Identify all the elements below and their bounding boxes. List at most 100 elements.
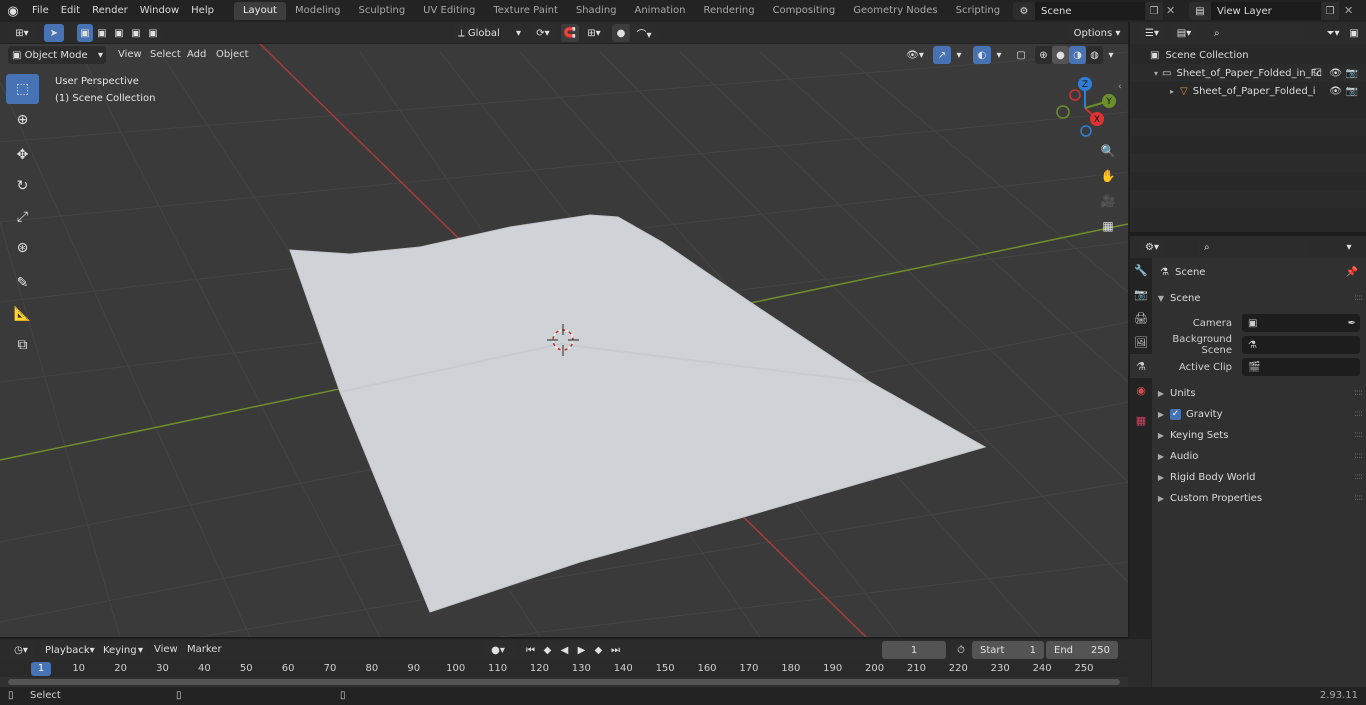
tab-uv-editing[interactable]: UV Editing bbox=[414, 2, 484, 20]
drag-handle-icon[interactable]: :::: bbox=[1354, 472, 1363, 482]
panel-scene[interactable]: ▼ Scene :::: bbox=[1152, 288, 1366, 308]
copy-view-layer-icon[interactable]: ❐ bbox=[1321, 2, 1339, 20]
texture-tab-icon[interactable]: ▦ bbox=[1130, 408, 1152, 432]
outliner-row-collection[interactable]: ▾ ▭ Sheet_of_Paper_Folded_in_Fc ☑ 👁 📷 bbox=[1130, 64, 1366, 82]
cursor-tool-icon[interactable]: ⊕ bbox=[6, 105, 39, 135]
measure-tool-icon[interactable]: 📐 bbox=[6, 299, 39, 329]
tab-modeling[interactable]: Modeling bbox=[286, 2, 350, 20]
select-mode-invert-icon[interactable]: ▣ bbox=[128, 24, 144, 42]
3d-viewport[interactable]: ⊞▾ ➤ ▣ ▣ ▣ ▣ ▣ ⟂ Global ▾ ⟳▾ 🧲 ⊞▾ ● ⌒▾ Op… bbox=[0, 22, 1128, 637]
next-keyframe-icon[interactable]: ◆ bbox=[590, 641, 607, 659]
annotate-tool-icon[interactable]: ✎ bbox=[6, 268, 39, 298]
chevron-down-icon[interactable]: ▾ bbox=[1340, 238, 1358, 256]
outliner-editor-type-icon[interactable]: ☰▾ bbox=[1138, 24, 1166, 42]
gravity-checkbox[interactable]: ✓ bbox=[1170, 408, 1181, 420]
move-tool-icon[interactable]: ✥ bbox=[6, 140, 39, 170]
tab-rendering[interactable]: Rendering bbox=[694, 2, 763, 20]
blender-logo-icon[interactable]: ◉ bbox=[0, 0, 26, 22]
drag-handle-icon[interactable]: :::: bbox=[1354, 430, 1363, 440]
active-clip-field[interactable]: 🎬 bbox=[1242, 358, 1360, 376]
start-frame-field[interactable]: Start 1 bbox=[972, 641, 1044, 659]
visibility-toggle-icon[interactable]: 👁▾ bbox=[902, 46, 928, 64]
pin-icon[interactable]: 📌 bbox=[1346, 267, 1358, 278]
output-tab-icon[interactable]: 🖨 bbox=[1130, 306, 1152, 330]
add-cube-tool-icon[interactable]: ⧉ bbox=[6, 330, 39, 360]
navigation-gizmo[interactable]: X Y Z bbox=[1055, 74, 1119, 138]
eyedropper-icon[interactable]: ✒ bbox=[1348, 318, 1356, 329]
tab-texture-paint[interactable]: Texture Paint bbox=[484, 2, 567, 20]
close-scene-icon[interactable]: ✕ bbox=[1166, 4, 1175, 17]
select-tool-icon[interactable]: ➤ bbox=[44, 24, 64, 42]
jump-end-icon[interactable]: ⏭ bbox=[607, 641, 624, 659]
snap-target-icon[interactable]: ⊞▾ bbox=[581, 24, 607, 42]
current-frame-field[interactable]: 1 bbox=[882, 641, 946, 659]
panel-keying-sets[interactable]: ▶ Keying Sets :::: bbox=[1152, 425, 1366, 445]
close-view-layer-icon[interactable]: ✕ bbox=[1344, 4, 1353, 17]
play-reverse-icon[interactable]: ◀ bbox=[556, 641, 573, 659]
checkbox-icon[interactable]: ☑ bbox=[1313, 68, 1322, 79]
tab-geometry-nodes[interactable]: Geometry Nodes bbox=[844, 2, 946, 20]
render-tab-icon[interactable]: 📷 bbox=[1130, 282, 1152, 306]
tab-compositing[interactable]: Compositing bbox=[764, 2, 845, 20]
timeline-menu-marker[interactable]: Marker bbox=[187, 641, 222, 659]
panel-units[interactable]: ▶ Units :::: bbox=[1152, 383, 1366, 403]
pivot-point-icon[interactable]: ⟳▾ bbox=[530, 24, 556, 42]
camera-view-icon[interactable]: 🎥 bbox=[1097, 190, 1119, 212]
tab-animation[interactable]: Animation bbox=[626, 2, 695, 20]
panel-audio[interactable]: ▶ Audio :::: bbox=[1152, 446, 1366, 466]
outliner-row-object[interactable]: ▸ ▽ Sheet_of_Paper_Folded_i 👁 📷 bbox=[1130, 82, 1366, 100]
play-icon[interactable]: ▶ bbox=[573, 641, 590, 659]
camera-icon[interactable]: 📷 bbox=[1346, 86, 1358, 97]
select-mode-intersect-icon[interactable]: ▣ bbox=[145, 24, 161, 42]
frame-ruler[interactable]: 1 10 20 30 40 50 60 70 80 90 100 110 120 130 140 150 160… bbox=[0, 661, 1128, 677]
expand-arrow-icon[interactable]: ▾ bbox=[1154, 69, 1158, 78]
scene-selector[interactable]: ⚙ Scene ❐ bbox=[1013, 2, 1163, 20]
scene-tab-icon[interactable]: ⚗ bbox=[1130, 354, 1152, 378]
zoom-icon[interactable]: 🔍 bbox=[1097, 140, 1119, 162]
drag-handle-icon[interactable]: :::: bbox=[1354, 388, 1363, 398]
select-mode-extend-icon[interactable]: ▣ bbox=[94, 24, 110, 42]
object-mode-dropdown[interactable]: ▣ Object Mode ▾ bbox=[8, 46, 106, 64]
keying-dropdown[interactable]: Keying ▾ bbox=[98, 641, 146, 659]
material-shading-icon[interactable]: ◑ bbox=[1069, 46, 1086, 64]
preview-range-icon[interactable]: ⏱ bbox=[952, 641, 970, 659]
overlays-dropdown-icon[interactable]: ▾ bbox=[992, 46, 1006, 64]
snap-toggle-icon[interactable]: 🧲 bbox=[561, 24, 579, 42]
rendered-shading-icon[interactable]: ◍ bbox=[1086, 46, 1103, 64]
tab-layout[interactable]: Layout bbox=[233, 2, 286, 20]
menu-window[interactable]: Window bbox=[134, 0, 185, 22]
xray-toggle-icon[interactable]: ▢ bbox=[1012, 46, 1030, 64]
panel-gravity[interactable]: ▶ ✓ Gravity :::: bbox=[1152, 404, 1366, 424]
jump-start-icon[interactable]: ⏮ bbox=[522, 641, 539, 659]
menu-view[interactable]: View bbox=[118, 46, 142, 64]
solid-shading-icon[interactable]: ● bbox=[1052, 46, 1069, 64]
overlays-toggle-icon[interactable]: ◐ bbox=[973, 46, 991, 64]
select-mode-new-icon[interactable]: ▣ bbox=[77, 24, 93, 42]
expand-arrow-icon[interactable]: ▸ bbox=[1170, 87, 1174, 96]
scene-icon[interactable]: ⚙ bbox=[1013, 2, 1035, 20]
menu-render[interactable]: Render bbox=[86, 0, 134, 22]
copy-scene-icon[interactable]: ❐ bbox=[1145, 2, 1163, 20]
eye-icon[interactable]: 👁 bbox=[1329, 86, 1342, 97]
properties-editor-type-icon[interactable]: ⚙▾ bbox=[1138, 238, 1166, 256]
prev-keyframe-icon[interactable]: ◆ bbox=[539, 641, 556, 659]
wireframe-shading-icon[interactable]: ⊕ bbox=[1035, 46, 1052, 64]
falloff-icon[interactable]: ⌒▾ bbox=[631, 24, 657, 42]
end-frame-field[interactable]: End 250 bbox=[1046, 641, 1118, 659]
menu-select[interactable]: Select bbox=[150, 46, 181, 64]
gizmo-toggle-icon[interactable]: ↗ bbox=[933, 46, 951, 64]
view-layer-tab-icon[interactable]: 🖼 bbox=[1130, 330, 1152, 354]
transform-tool-icon[interactable]: ⊛ bbox=[6, 233, 39, 263]
timeline-menu-view[interactable]: View bbox=[154, 641, 178, 659]
sidebar-toggle-icon[interactable]: ‹ bbox=[1118, 82, 1122, 92]
select-box-tool-icon[interactable]: ⬚ bbox=[6, 74, 39, 104]
tool-tab-icon[interactable]: 🔧 bbox=[1130, 258, 1152, 282]
menu-add[interactable]: Add bbox=[187, 46, 206, 64]
panel-custom-properties[interactable]: ▶ Custom Properties :::: bbox=[1152, 488, 1366, 508]
outliner-row-scene-collection[interactable]: ▣ Scene Collection bbox=[1130, 46, 1366, 64]
camera-icon[interactable]: 📷 bbox=[1346, 68, 1358, 79]
camera-field[interactable]: ▣ ✒ bbox=[1242, 314, 1360, 332]
scene-name[interactable]: Scene bbox=[1035, 6, 1145, 17]
select-mode-subtract-icon[interactable]: ▣ bbox=[111, 24, 127, 42]
eye-icon[interactable]: 👁 bbox=[1329, 68, 1342, 79]
